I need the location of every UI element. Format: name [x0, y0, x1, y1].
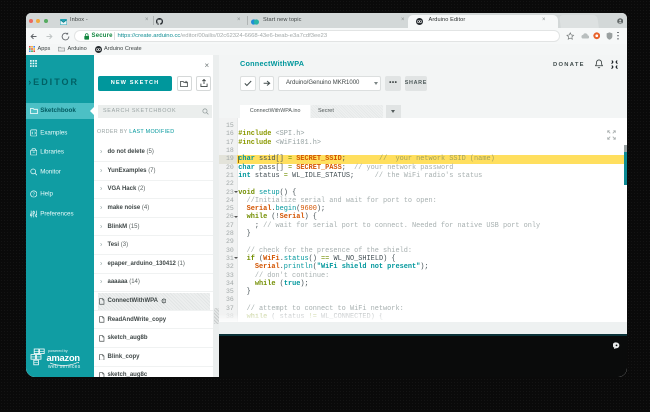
svg-text:?: ?	[32, 191, 35, 196]
